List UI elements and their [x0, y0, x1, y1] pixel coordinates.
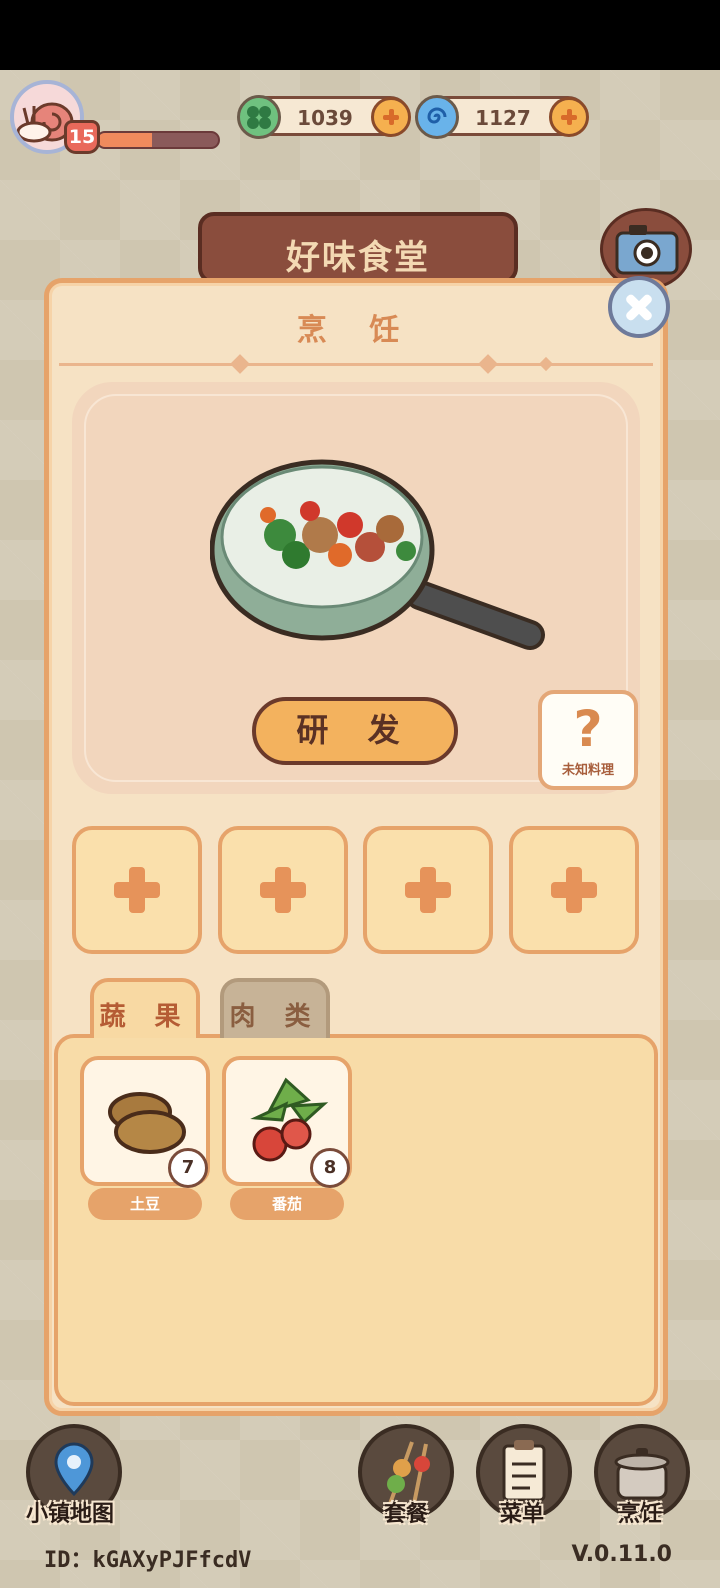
swirl-amount: 1127 — [475, 106, 531, 130]
swirl-icon — [415, 95, 459, 139]
panel-title: 烹 饪 — [296, 313, 416, 348]
clover-amount: 1039 — [297, 106, 353, 130]
tab-fruits-vegetables[interactable]: 蔬 果 — [90, 978, 200, 1038]
player-id: ID：kGAXyPJFfcdV — [44, 1548, 252, 1573]
status-bar — [0, 0, 720, 70]
clover-currency: 1039 — [237, 95, 411, 139]
close-button[interactable] — [608, 276, 670, 338]
unknown-dish-button[interactable]: ? 未知料理 — [538, 690, 638, 790]
clover-icon — [237, 95, 281, 139]
town-map-label: 小镇地图 — [26, 1502, 115, 1527]
xp-progress-bar — [96, 131, 220, 149]
ingredient-slot-4[interactable] — [509, 826, 639, 954]
restaurant-sign: 好味食堂 — [198, 212, 518, 284]
ingredient-item-potato[interactable]: 7 — [80, 1056, 210, 1188]
divider-ornament — [538, 356, 554, 372]
divider-ornament — [230, 354, 250, 374]
ingredient-name: 番茄 — [230, 1188, 344, 1220]
ingredient-name: 土豆 — [88, 1188, 202, 1220]
frying-pan-icon — [210, 459, 545, 650]
panel-divider — [59, 363, 653, 366]
xp-progress-fill — [98, 133, 152, 147]
tab-meat[interactable]: 肉 类 — [220, 978, 330, 1038]
swirl-currency: 1127 — [415, 95, 589, 139]
add-clover-button[interactable] — [371, 97, 411, 137]
divider-ornament — [478, 354, 498, 374]
add-swirl-button[interactable] — [549, 97, 589, 137]
menu-label: 菜单 — [500, 1502, 545, 1527]
camera-icon — [615, 225, 679, 275]
ingredient-count: 8 — [310, 1148, 350, 1188]
unknown-dish-label: 未知料理 — [561, 763, 614, 778]
version-label: V.0.11.0 — [571, 1542, 673, 1567]
set-meal-label: 套餐 — [384, 1502, 429, 1527]
question-mark-icon: ? — [573, 700, 603, 758]
ingredient-slot-1[interactable] — [72, 826, 202, 954]
research-button[interactable]: 研 发 — [252, 697, 458, 765]
cooking-label: 烹饪 — [618, 1502, 663, 1527]
ingredient-count: 7 — [168, 1148, 208, 1188]
level-badge: 15 — [64, 120, 100, 154]
ingredient-slot-3[interactable] — [363, 826, 493, 954]
ingredient-item-tomato[interactable]: 8 — [222, 1056, 352, 1188]
restaurant-name: 好味食堂 — [286, 238, 430, 278]
ingredient-slot-2[interactable] — [218, 826, 348, 954]
